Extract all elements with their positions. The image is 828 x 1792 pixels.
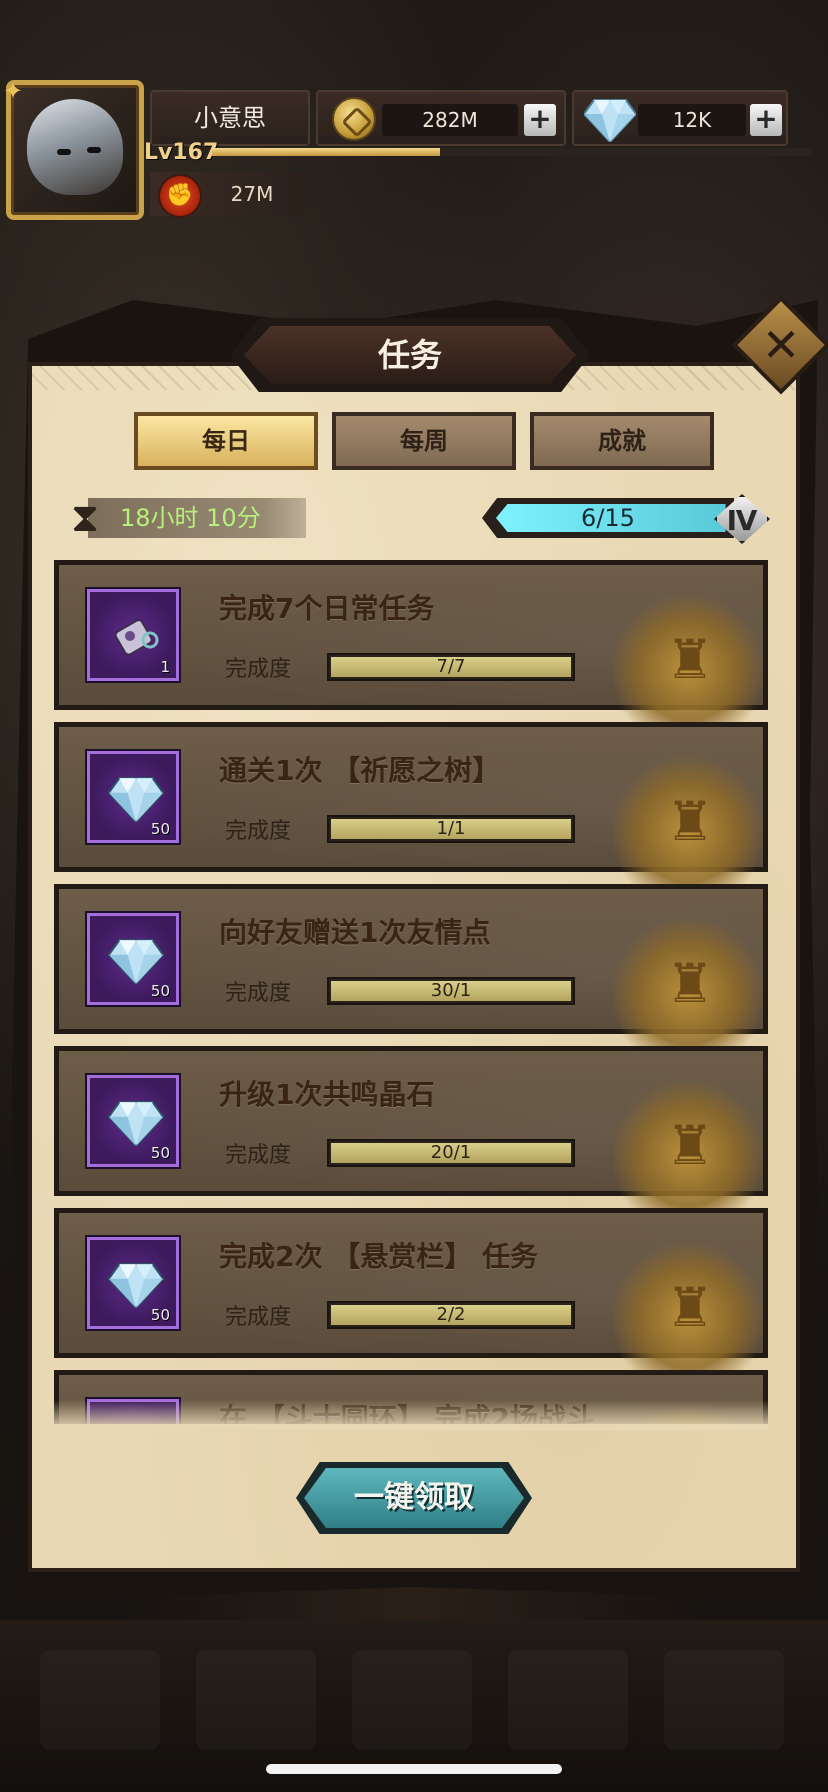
nav-slot-2[interactable] <box>196 1650 316 1750</box>
task-card[interactable]: ♜ 50 向好友赠送1次友情点 完成度 30/1 <box>54 884 768 1049</box>
tab-weekly[interactable]: 每周 <box>332 412 516 470</box>
reward-item[interactable]: 50 <box>87 751 179 843</box>
task-title: 通关1次 【祈愿之树】 <box>219 754 501 787</box>
diamond-icon <box>584 99 636 142</box>
panel-title: 任务 <box>244 326 576 384</box>
task-progress-label: 完成度 <box>225 1143 292 1168</box>
reward-count: 50 <box>150 982 170 1000</box>
task-card[interactable]: ♜ 50 通关1次 【祈愿之树】 完成度 1/1 <box>54 722 768 887</box>
task-progress-bar: 7/7 <box>327 653 575 681</box>
task-list[interactable]: ♜ 1 完成7个日常任务 完成度 7/7 ♜ 50 通关1次 【祈愿之树】 完成… <box>54 560 768 1424</box>
task-progress-label: 完成度 <box>225 657 292 682</box>
gold-resource-bar: 282M + <box>316 90 566 146</box>
avatar-portrait <box>27 99 123 195</box>
player-level: Lv167 <box>144 140 219 165</box>
completed-seal-emblem: ♜ <box>665 1114 715 1177</box>
tab-daily[interactable]: 每日 <box>134 412 318 470</box>
task-card[interactable]: ♜ 50 升级1次共鸣晶石 完成度 20/1 <box>54 1046 768 1211</box>
task-progress-text: 20/1 <box>430 1142 472 1163</box>
reward-count: 50 <box>150 1306 170 1324</box>
nav-slot-3[interactable] <box>352 1650 472 1750</box>
completed-seal-emblem: ♜ <box>665 628 715 691</box>
star-icon: ✦ <box>3 77 24 105</box>
task-progress-bar: 1/1 <box>327 815 575 843</box>
task-progress-text: 30/1 <box>430 980 472 1001</box>
task-card[interactable]: ♜ 50 完成2次 【悬赏栏】 任务 完成度 2/2 <box>54 1208 768 1373</box>
task-title: 升级1次共鸣晶石 <box>219 1078 435 1111</box>
task-progress-bar: 2/2 <box>327 1301 575 1329</box>
collect-all-button[interactable]: 一键领取 <box>304 1468 524 1528</box>
xp-bar-fill <box>212 148 440 156</box>
nav-slot-4[interactable] <box>508 1650 628 1750</box>
task-progress-text: 1/1 <box>436 818 466 839</box>
reward-item[interactable]: 50 <box>87 1075 179 1167</box>
reward-count: 50 <box>150 1144 170 1162</box>
task-list-fade <box>54 1400 768 1430</box>
player-avatar[interactable]: ✦ <box>3 77 144 220</box>
task-progress-text: 7/7 <box>436 656 466 677</box>
task-progress-bar: 30/1 <box>327 977 575 1005</box>
reward-count: 1 <box>160 658 170 676</box>
completed-seal-emblem: ♜ <box>665 952 715 1015</box>
add-gold-button[interactable]: + <box>524 104 556 136</box>
combat-power: 27M <box>230 182 274 206</box>
completed-seal-emblem: ♜ <box>665 790 715 853</box>
activity-progress-text: 6/15 <box>581 504 635 532</box>
reward-item[interactable]: 50 <box>87 1237 179 1329</box>
diamond-icon <box>108 1101 164 1146</box>
tab-achievements[interactable]: 成就 <box>530 412 714 470</box>
reward-count: 50 <box>150 820 170 838</box>
reward-item[interactable]: 50 <box>87 913 179 1005</box>
fist-icon: ✊ <box>158 174 202 218</box>
task-card[interactable]: ♜ 1 完成7个日常任务 完成度 7/7 <box>54 560 768 725</box>
nav-slot-1[interactable] <box>40 1650 160 1750</box>
task-progress-label: 完成度 <box>225 981 292 1006</box>
gem-amount: 12K <box>638 104 746 136</box>
task-progress-bar: 20/1 <box>327 1139 575 1167</box>
xp-bar <box>212 148 812 156</box>
task-progress-text: 2/2 <box>436 1304 466 1325</box>
gold-amount: 282M <box>382 104 518 136</box>
diamond-icon <box>108 777 164 822</box>
task-title: 完成7个日常任务 <box>219 592 435 625</box>
task-title: 向好友赠送1次友情点 <box>219 916 491 949</box>
reset-timer: 18小时 10分 <box>88 498 306 538</box>
close-icon[interactable]: ✕ <box>752 318 810 376</box>
task-title: 完成2次 【悬赏栏】 任务 <box>219 1240 538 1273</box>
scroll-icon <box>114 619 159 656</box>
diamond-icon <box>108 1263 164 1308</box>
task-progress-label: 完成度 <box>225 1305 292 1330</box>
player-name: 小意思 <box>150 90 310 146</box>
add-gems-button[interactable]: + <box>750 104 782 136</box>
task-progress-label: 完成度 <box>225 819 292 844</box>
gold-coin-icon <box>332 97 376 141</box>
home-indicator[interactable] <box>266 1764 562 1774</box>
reward-item[interactable]: 1 <box>87 589 179 681</box>
hourglass-icon: ⧗ <box>70 495 100 541</box>
nav-slot-5[interactable] <box>664 1650 784 1750</box>
diamond-icon <box>108 939 164 984</box>
completed-seal-emblem: ♜ <box>665 1276 715 1339</box>
gem-resource-bar: 12K + <box>572 90 788 146</box>
